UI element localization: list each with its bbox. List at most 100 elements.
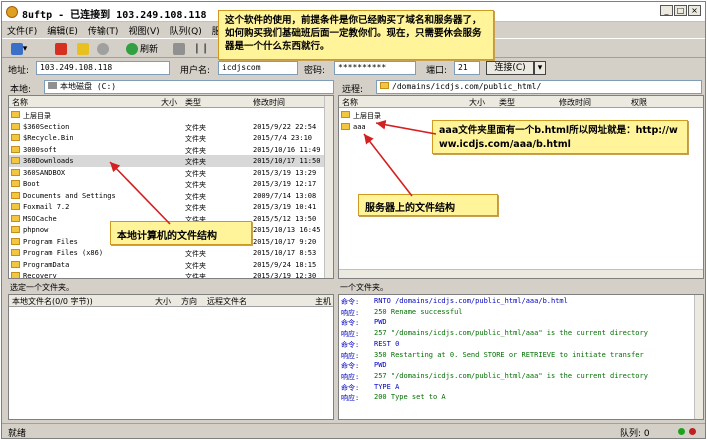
local-file-list[interactable]: 名称 大小 类型 修改时间 上层目录 $360Section 文件夹 2015/9/2… <box>8 95 334 279</box>
status-indicator-icon <box>689 428 696 435</box>
local-file-row[interactable]: 3000soft 文件夹 2015/10/16 11:49 <box>9 144 333 156</box>
col-modified[interactable]: 修改时间 <box>559 97 591 108</box>
local-file-row[interactable]: Documents and Settings 文件夹 2009/7/14 13:08 <box>9 190 333 202</box>
col-type[interactable]: 类型 <box>499 97 515 108</box>
status-text: 就绪 <box>8 429 27 439</box>
file-type: 文件夹 <box>185 158 206 166</box>
file-modified: 2015/3/19 13:29 <box>253 168 317 177</box>
col-direction[interactable]: 方向 <box>181 296 197 307</box>
connect-dropdown-button[interactable]: ▾ <box>534 61 546 75</box>
col-size[interactable]: 大小 <box>161 97 177 108</box>
log-line: 命令: TYPE A <box>341 383 691 394</box>
col-modified[interactable]: 修改时间 <box>253 97 285 108</box>
folder-icon <box>11 214 20 222</box>
parent-folder-icon <box>11 111 20 118</box>
file-name: $Recycle.Bin <box>23 134 74 142</box>
local-file-row[interactable]: Recovery 文件夹 2015/3/19 12:30 <box>9 270 333 279</box>
local-file-row[interactable]: $Recycle.Bin 文件夹 2015/7/4 23:10 <box>9 132 333 144</box>
local-file-row[interactable]: 上层目录 <box>9 109 333 121</box>
local-file-row[interactable]: Program Files (x86) 文件夹 2015/10/17 8:53 <box>9 247 333 259</box>
local-file-row[interactable]: 360SANDBOX 文件夹 2015/3/19 13:29 <box>9 167 333 179</box>
col-name[interactable]: 名称 <box>342 97 358 108</box>
file-type: 文件夹 <box>185 169 206 178</box>
remote-path-label: 远程: <box>342 85 364 95</box>
transfer-queue[interactable]: 本地文件名(0/0 字节)) 大小 方向 远程文件名 主机 <box>8 294 334 420</box>
quick-connect-button[interactable] <box>76 41 90 56</box>
status-indicator-icon <box>678 428 685 435</box>
remote-file-row[interactable]: 上层目录 <box>339 109 703 121</box>
log-message: RNTO /domains/icdjs.com/public_html/aaa/… <box>374 297 568 305</box>
log-line: 命令: REST 0 <box>341 340 691 351</box>
col-local-file[interactable]: 本地文件名(0/0 字节)) <box>12 296 93 307</box>
col-type[interactable]: 类型 <box>185 97 201 108</box>
log-message: PWD <box>374 361 387 370</box>
close-button[interactable]: × <box>688 5 701 16</box>
col-permissions[interactable]: 权限 <box>631 97 647 108</box>
menu-queue[interactable]: 队列(Q) <box>165 23 207 37</box>
status-bar: 就绪 队列: 0 <box>2 423 705 439</box>
menu-transfer[interactable]: 传输(T) <box>83 23 124 37</box>
file-name: aaa <box>353 122 366 131</box>
col-name[interactable]: 名称 <box>12 97 28 108</box>
log-line: 命令: RNTO /domains/icdjs.com/public_html/a… <box>341 297 691 308</box>
username-input[interactable]: icdjscom <box>218 61 298 75</box>
log-vertical-scrollbar[interactable] <box>694 295 703 419</box>
port-input[interactable]: 21 <box>454 61 480 75</box>
log-kind: 响应: <box>341 330 360 339</box>
sync-button[interactable] <box>172 41 186 56</box>
col-size[interactable]: 大小 <box>155 296 171 307</box>
remote-list-header: 名称 大小 类型 修改时间 权限 <box>339 96 703 108</box>
local-vertical-scrollbar[interactable] <box>324 96 333 278</box>
local-list-header: 名称 大小 类型 修改时间 <box>9 96 333 108</box>
remote-horizontal-scrollbar[interactable] <box>339 269 703 278</box>
file-modified: 2015/10/17 9:20 <box>253 237 317 246</box>
folder-icon <box>11 203 20 210</box>
local-path-select[interactable]: 本地磁盘 (C:) <box>44 80 334 94</box>
file-modified: 2015/3/19 12:30 <box>253 272 317 279</box>
refresh-button[interactable]: 刷新 <box>122 41 162 56</box>
file-type: 文件夹 <box>185 146 206 155</box>
site-manager-button[interactable]: ▾ <box>6 41 32 56</box>
local-file-row[interactable]: Boot 文件夹 2015/3/19 12:17 <box>9 178 333 190</box>
maximize-button[interactable]: □ <box>674 5 687 16</box>
col-remote-file[interactable]: 远程文件名 <box>207 296 247 307</box>
col-size[interactable]: 大小 <box>469 97 485 108</box>
remote-path-row: 远程: /domains/icdjs.com/public_html/ <box>338 80 704 96</box>
log-message: TYPE A <box>374 382 400 391</box>
remote-path-select[interactable]: /domains/icdjs.com/public_html/ <box>376 80 702 94</box>
pause-button[interactable]: ❙❙ <box>193 41 210 56</box>
password-input[interactable]: ********** <box>334 61 416 75</box>
log-message: 250 Rename successful <box>374 307 463 316</box>
queue-header: 本地文件名(0/0 字节)) 大小 方向 远程文件名 主机 <box>9 295 333 307</box>
file-name: MSOCache <box>23 214 57 223</box>
menu-edit[interactable]: 编辑(E) <box>42 23 83 37</box>
log-panel[interactable]: 命令: RNTO /domains/icdjs.com/public_html/a… <box>338 294 704 420</box>
disconnect-button[interactable] <box>54 41 68 56</box>
lightning-icon <box>77 42 89 55</box>
stop-button[interactable] <box>96 41 110 56</box>
local-file-row[interactable]: 360Downloads 文件夹 2015/10/17 11:50 <box>9 155 333 167</box>
file-modified: 2009/7/14 13:08 <box>253 191 317 200</box>
file-type: 文件夹 <box>185 192 206 201</box>
file-modified: 2015/7/4 23:10 <box>253 134 313 142</box>
local-file-row[interactable]: $360Section 文件夹 2015/9/22 22:54 <box>9 121 333 133</box>
menu-view[interactable]: 视图(V) <box>123 23 164 37</box>
folder-icon <box>11 134 20 141</box>
refresh-label: 刷新 <box>139 45 158 55</box>
address-input[interactable]: 103.249.108.118 <box>36 61 170 75</box>
folder-icon <box>11 272 20 278</box>
minimize-button[interactable]: _ <box>660 5 673 16</box>
col-host[interactable]: 主机 <box>315 296 331 307</box>
log-line: 响应: 200 Type set to A <box>341 393 691 404</box>
folder-icon <box>11 157 20 164</box>
local-file-row[interactable]: ProgramData 文件夹 2015/9/24 18:15 <box>9 259 333 271</box>
menu-file[interactable]: 文件(F) <box>2 23 42 37</box>
local-file-row[interactable]: Foxmail 7.2 文件夹 2015/3/19 10:41 <box>9 201 333 213</box>
connect-button[interactable]: 连接(C) <box>486 61 534 75</box>
log-message: 257 "/domains/icdjs.com/public_html/aaa"… <box>374 329 648 338</box>
callout-server-files: 服务器上的文件结构 <box>358 194 498 216</box>
folder-icon <box>341 122 350 130</box>
log-kind: 命令: <box>341 383 360 392</box>
file-type: 文件夹 <box>185 250 206 258</box>
log-kind: 响应: <box>341 394 360 403</box>
